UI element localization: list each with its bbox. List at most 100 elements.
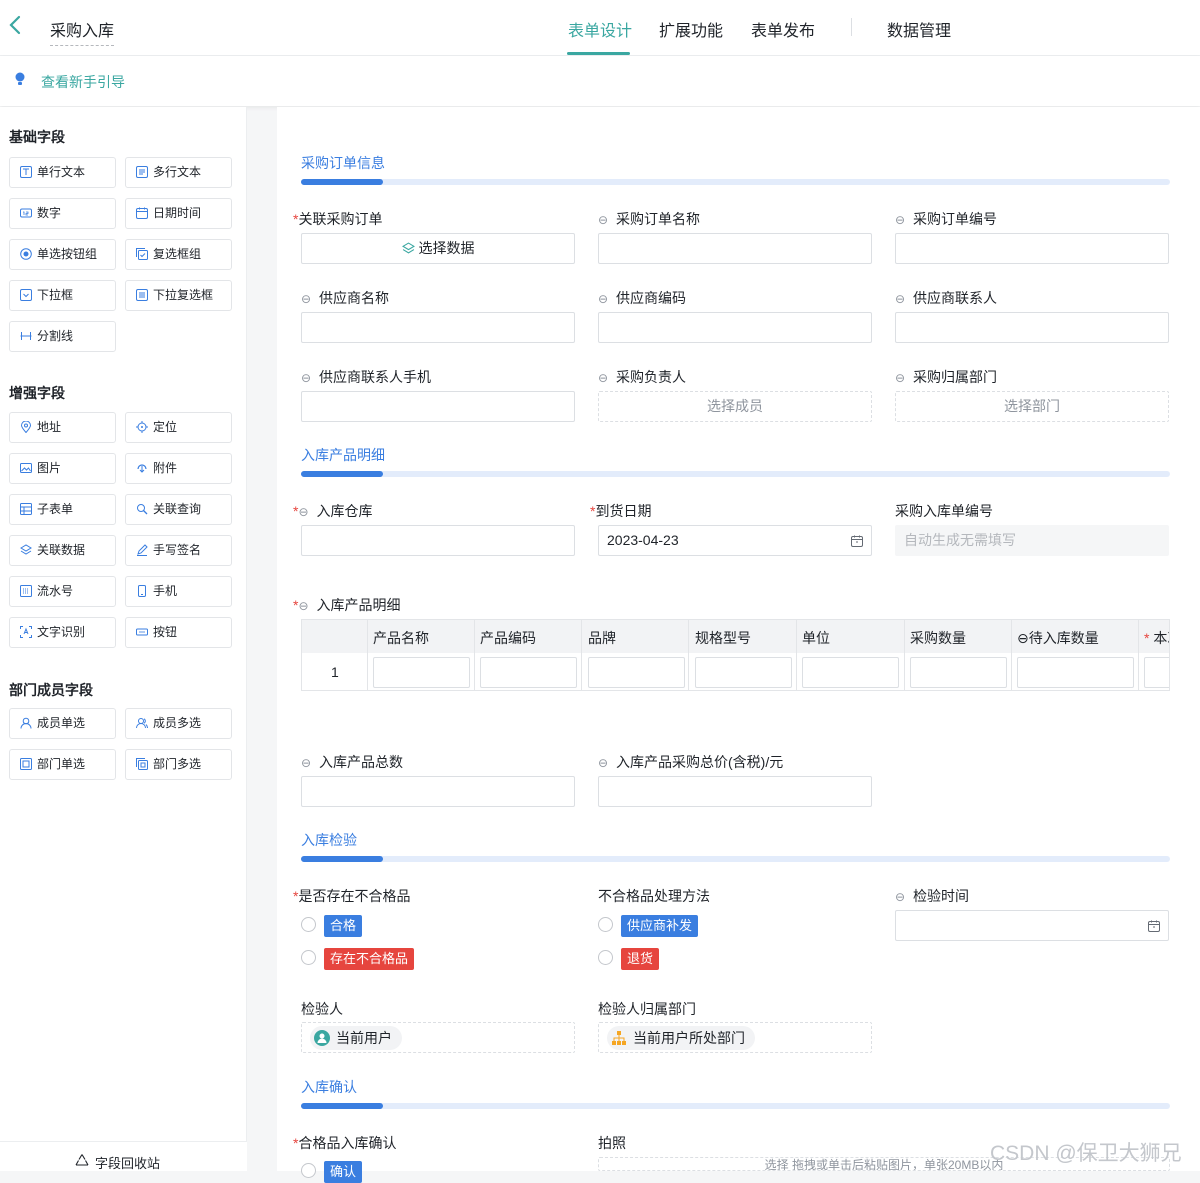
mobile-icon (138, 585, 146, 597)
app-title[interactable]: 采购入库 (50, 17, 115, 46)
label-supplier-contact: ⊖ 供应商联系人 (895, 290, 997, 306)
field-mobile[interactable]: 手机 (125, 576, 232, 607)
search-link-icon (137, 504, 148, 515)
cell-product-name[interactable] (373, 657, 470, 688)
current-user-chip: 当前用户 (310, 1026, 402, 1050)
linked-data-icon (20, 544, 32, 555)
supplier-phone-input[interactable] (301, 391, 575, 422)
field-dropdown[interactable]: 下拉框 (9, 280, 116, 311)
label-photo: 拍照 (598, 1135, 626, 1151)
cell-product-code[interactable] (480, 657, 577, 688)
field-serial-number[interactable]: 流水号 (9, 576, 116, 607)
field-multi-text[interactable]: 多行文本 (125, 157, 232, 188)
inspector-dept-field[interactable]: 当前用户所处部门 (598, 1022, 872, 1053)
field-recycle-bin[interactable]: 字段回收站 (0, 1141, 247, 1171)
field-dept-single[interactable]: 部门单选 (9, 749, 116, 780)
subform-icon (20, 503, 32, 515)
field-image[interactable]: 图片 (9, 453, 116, 484)
field-member-multi[interactable]: 成员多选 (125, 708, 232, 739)
field-geolocation[interactable]: 定位 (125, 412, 232, 443)
radio-qualified[interactable] (301, 917, 316, 932)
supplier-code-input[interactable] (598, 312, 872, 343)
order-number-input[interactable] (895, 233, 1169, 264)
divider-icon (20, 332, 32, 340)
radio-defective[interactable] (301, 950, 316, 965)
option-return[interactable]: 退货 (621, 948, 660, 970)
radio-resupply[interactable] (598, 917, 613, 932)
field-linked-query[interactable]: 关联查询 (125, 494, 232, 525)
textarea-icon (136, 166, 148, 178)
total-count-input[interactable] (301, 776, 575, 807)
dropdown-icon (20, 289, 32, 301)
current-dept-chip: 当前用户所处部门 (607, 1026, 755, 1050)
select-department-field[interactable]: 选择部门 (895, 391, 1169, 422)
supplier-contact-input[interactable] (895, 312, 1169, 343)
label-arrival-date: *到货日期 (590, 503, 652, 519)
avatar-icon (314, 1030, 330, 1046)
col-brand: 品牌 (588, 630, 616, 646)
field-datetime[interactable]: 日期时间 (125, 198, 232, 229)
tab-publish[interactable]: 表单发布 (751, 17, 815, 41)
supplier-name-input[interactable] (301, 312, 575, 343)
inspection-time-input[interactable] (895, 910, 1169, 941)
back-arrow-icon[interactable] (8, 14, 28, 42)
order-name-input[interactable] (598, 233, 872, 264)
section-bar (301, 856, 1170, 862)
col-product-code: 产品编码 (480, 630, 536, 646)
warehouse-input[interactable] (301, 525, 575, 556)
field-radio-group[interactable]: 单选按钮组 (9, 239, 116, 270)
section-bar (301, 471, 1170, 477)
label-purchase-dept: ⊖ 采购归属部门 (895, 369, 997, 385)
inspector-field[interactable]: 当前用户 (301, 1022, 575, 1053)
number-icon (20, 208, 32, 218)
section-title-order: 采购订单信息 (301, 155, 385, 171)
field-address[interactable]: 地址 (9, 412, 116, 443)
label-inspector-dept: 检验人归属部门 (598, 1001, 696, 1017)
option-defective[interactable]: 存在不合格品 (324, 948, 415, 970)
cell-spec[interactable] (695, 657, 792, 688)
location-pin-icon (20, 421, 32, 433)
tab-form-design[interactable]: 表单设计 (568, 17, 632, 41)
field-subform[interactable]: 子表单 (9, 494, 116, 525)
text-icon (20, 166, 32, 178)
option-qualified[interactable]: 合格 (324, 915, 363, 937)
field-divider[interactable]: 分割线 (9, 321, 116, 352)
field-checkbox-group[interactable]: 复选框组 (125, 239, 232, 270)
section-bar (301, 1103, 1170, 1109)
tab-extensions[interactable]: 扩展功能 (659, 17, 723, 41)
col-product-name: 产品名称 (373, 630, 429, 646)
field-number[interactable]: 数字 (9, 198, 116, 229)
col-current-qty: * 本次 (1144, 630, 1169, 646)
select-data-button[interactable]: 选择数据 (301, 233, 575, 264)
field-dropdown-multi[interactable]: 下拉复选框 (125, 280, 232, 311)
radio-return[interactable] (598, 950, 613, 965)
option-resupply[interactable]: 供应商补发 (621, 915, 699, 937)
label-order-number: ⊖ 采购订单编号 (895, 211, 997, 227)
cell-current-qty[interactable] (1144, 657, 1169, 688)
field-member-single[interactable]: 成员单选 (9, 708, 116, 739)
cell-purchase-qty[interactable] (910, 657, 1007, 688)
field-attachment[interactable]: 附件 (125, 453, 232, 484)
cell-brand[interactable] (588, 657, 685, 688)
field-dept-multi[interactable]: 部门多选 (125, 749, 232, 780)
total-price-input[interactable] (598, 776, 872, 807)
users-icon (136, 718, 148, 729)
serial-icon (20, 585, 32, 597)
field-linked-data[interactable]: 关联数据 (9, 535, 116, 566)
label-inspector: 检验人 (301, 1001, 343, 1017)
field-button[interactable]: 按钮 (125, 617, 232, 648)
select-member-field[interactable]: 选择成员 (598, 391, 872, 422)
field-signature[interactable]: 手写签名 (125, 535, 232, 566)
arrival-date-input[interactable]: 2023-04-23 (598, 525, 872, 556)
pen-icon (137, 544, 148, 556)
col-purchase-qty: 采购数量 (910, 630, 966, 646)
field-ocr[interactable]: 文字识别 (9, 617, 116, 648)
cell-pending-qty[interactable] (1017, 657, 1134, 688)
cell-unit[interactable] (802, 657, 899, 688)
label-linked-order: *关联采购订单 (293, 211, 383, 227)
option-confirm[interactable]: 确认 (324, 1161, 363, 1183)
guide-link[interactable]: 查看新手引导 (41, 72, 125, 92)
field-single-text[interactable]: 单行文本 (9, 157, 116, 188)
radio-icon (20, 248, 32, 260)
tab-data-management[interactable]: 数据管理 (887, 17, 951, 41)
